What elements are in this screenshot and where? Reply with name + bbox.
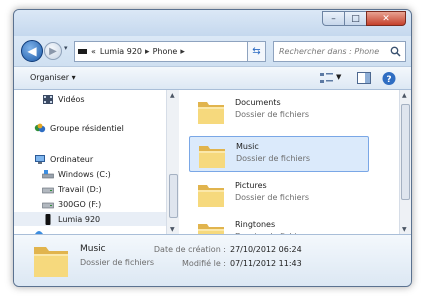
scrollbar-thumb[interactable] — [401, 104, 410, 200]
refresh-button[interactable]: ⇆ — [247, 41, 266, 62]
videos-library-icon — [43, 94, 53, 104]
nav-item-travail-d[interactable]: Travail (D:) — [14, 182, 166, 196]
command-bar: Organiser ▾ ▼ ? — [14, 66, 411, 90]
search-input[interactable]: Rechercher dans : Phone — [273, 41, 406, 62]
refresh-icon: ⇆ — [252, 46, 261, 57]
device-icon — [78, 49, 87, 54]
scroll-up-arrow[interactable]: ▲ — [170, 92, 175, 99]
minimize-button[interactable]: – — [322, 11, 344, 26]
modified-value: 07/11/2012 11:43 — [230, 259, 302, 268]
view-options-icon[interactable] — [319, 71, 335, 86]
file-list-scrollbar[interactable]: ▲ ▼ — [399, 90, 411, 234]
search-icon[interactable] — [390, 46, 401, 57]
scroll-down-arrow[interactable]: ▼ — [170, 226, 175, 233]
preview-pane-icon[interactable] — [356, 71, 372, 86]
arrow-right-icon: ▶ — [49, 45, 57, 57]
nav-item-label: 300GO (F:) — [58, 199, 102, 209]
svg-text:?: ? — [386, 75, 391, 85]
file-name: Pictures — [235, 181, 267, 190]
forward-button[interactable]: ▶ — [44, 42, 62, 60]
breadcrumb-separator[interactable]: ▸ — [145, 47, 150, 57]
list-item[interactable]: Pictures Dossier de fichiers — [189, 176, 369, 212]
file-type: Dossier de fichiers — [236, 154, 311, 163]
nav-item-label: Vidéos — [58, 94, 85, 104]
folder-icon — [198, 224, 224, 234]
details-pane: Music Dossier de fichiers Date de créati… — [14, 234, 411, 286]
nav-item-label: Ordinateur — [50, 154, 94, 164]
breadcrumb-phone[interactable]: Phone — [153, 47, 178, 56]
created-label: Date de création : — [153, 245, 226, 254]
modified-label: Modifié le : — [182, 259, 226, 268]
nav-item-300go-f[interactable]: 300GO (F:) — [14, 197, 166, 211]
nav-item-label: Lumia 920 — [58, 214, 101, 224]
navigation-row: ◀ ▶ ▾ « Lumia 920 ▸ Phone ▸ ▼ ⇆ Recherch… — [14, 36, 411, 66]
back-button[interactable]: ◀ — [21, 40, 43, 62]
details-name: Music — [80, 244, 106, 254]
scrollbar-thumb[interactable] — [169, 174, 178, 218]
scroll-up-arrow[interactable]: ▲ — [402, 92, 407, 99]
breadcrumb-separator[interactable]: ▸ — [180, 47, 185, 57]
details-type: Dossier de fichiers — [80, 258, 155, 267]
file-name: Documents — [235, 98, 281, 107]
nav-item-videos[interactable]: Vidéos — [14, 92, 166, 106]
folder-icon — [199, 146, 225, 168]
breadcrumb-lumia-920[interactable]: Lumia 920 — [100, 47, 142, 56]
explorer-window: – □ ✕ ◀ ▶ ▾ « Lumia 920 ▸ Phone ▸ ▼ ⇆ Re… — [13, 9, 412, 287]
list-item[interactable]: Documents Dossier de fichiers — [189, 93, 369, 129]
nav-item-computer[interactable]: Ordinateur — [14, 152, 166, 166]
nav-item-label: Groupe résidentiel — [50, 123, 124, 133]
navigation-scrollbar[interactable]: ▲ ▼ — [166, 90, 179, 234]
close-button[interactable]: ✕ — [366, 11, 406, 26]
title-bar: – □ ✕ — [14, 10, 411, 36]
file-name: Music — [236, 142, 259, 151]
phone-icon — [45, 213, 51, 225]
chevron-down-icon[interactable]: ▼ — [336, 73, 341, 81]
nav-item-lumia-920[interactable]: Lumia 920 — [14, 212, 166, 226]
nav-item-label: Travail (D:) — [58, 184, 102, 194]
search-placeholder: Rechercher dans : Phone — [279, 47, 380, 56]
organise-button[interactable]: Organiser ▾ — [30, 73, 76, 82]
folder-icon — [34, 247, 68, 277]
list-item[interactable]: Ringtones Dossier de fichiers — [189, 215, 369, 234]
arrow-left-icon: ◀ — [27, 44, 37, 58]
nav-item-label: Windows (C:) — [58, 169, 111, 179]
nav-item-windows-c[interactable]: Windows (C:) — [14, 167, 166, 181]
hard-drive-icon — [42, 169, 54, 178]
list-item[interactable]: Music Dossier de fichiers — [189, 136, 369, 172]
content-area: Vidéos Groupe résidentiel Ordinateur Win… — [14, 90, 411, 234]
folder-icon — [198, 185, 224, 207]
file-type: Dossier de fichiers — [235, 110, 310, 119]
scroll-down-arrow[interactable]: ▼ — [402, 226, 407, 233]
caption-buttons: – □ ✕ — [322, 11, 406, 26]
removable-drive-icon — [42, 202, 54, 208]
created-value: 27/10/2012 06:24 — [230, 245, 302, 254]
computer-icon — [35, 154, 45, 164]
maximize-button[interactable]: □ — [344, 11, 366, 26]
help-icon[interactable]: ? — [381, 71, 397, 86]
address-bar[interactable]: « Lumia 920 ▸ Phone ▸ ▼ — [74, 41, 264, 62]
folder-icon — [198, 102, 224, 124]
address-prefix[interactable]: « — [91, 47, 96, 56]
nav-item-homegroup[interactable]: Groupe résidentiel — [14, 121, 166, 135]
homegroup-icon — [34, 123, 46, 132]
recent-pages-button[interactable]: ▾ — [64, 44, 68, 52]
file-list: Documents Dossier de fichiers Music Doss… — [185, 90, 399, 234]
file-type: Dossier de fichiers — [235, 193, 310, 202]
hard-drive-icon — [42, 187, 54, 193]
navigation-pane[interactable]: Vidéos Groupe résidentiel Ordinateur Win… — [14, 90, 166, 234]
file-name: Ringtones — [235, 220, 276, 229]
